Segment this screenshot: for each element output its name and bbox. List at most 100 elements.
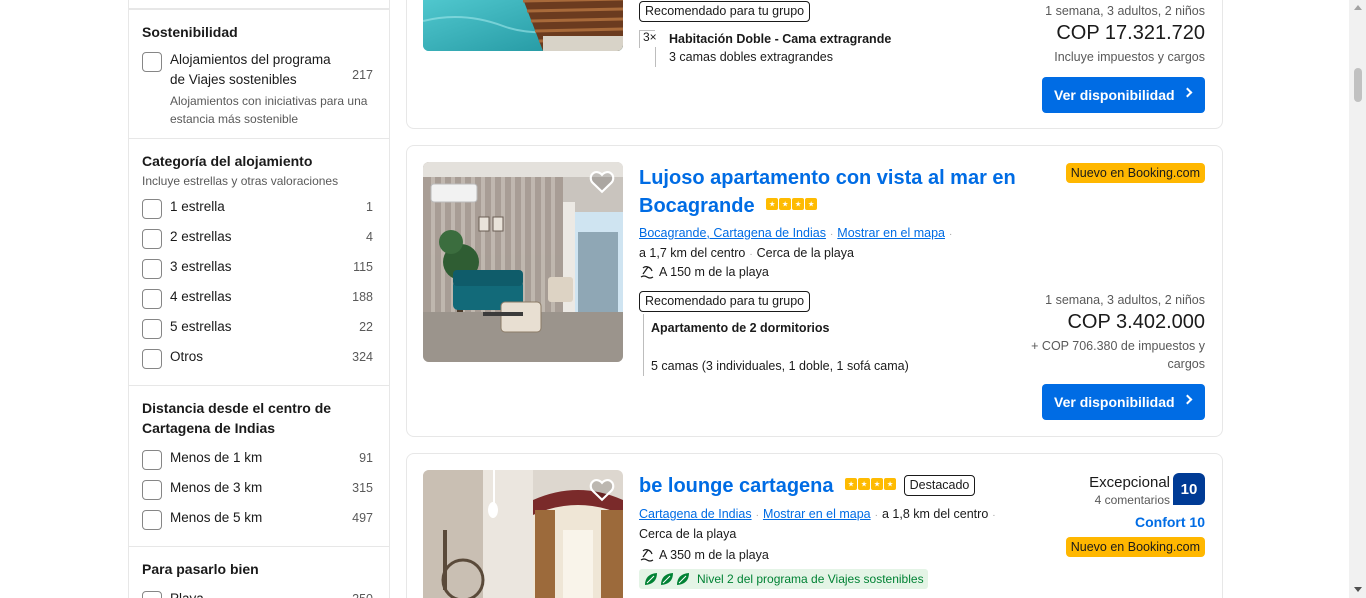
property-photo[interactable] xyxy=(423,162,623,362)
chevron-right-icon xyxy=(1182,394,1193,405)
checkbox[interactable] xyxy=(142,510,162,530)
location-line: Cartagena de Indias · Mostrar en el mapa · a… xyxy=(639,507,996,521)
room-beds: 5 camas (3 individuales, 1 doble, 1 sofá… xyxy=(651,359,909,373)
filter-option-count: 22 xyxy=(359,320,373,334)
distance-from-center: a 1,7 km del centro xyxy=(639,246,746,260)
review-score-word: Excepcional xyxy=(1089,474,1170,491)
recommended-tag: Recomendado para tu grupo xyxy=(639,291,811,312)
filter-option-4-stars[interactable]: 4 estrellas 188 xyxy=(142,285,373,315)
property-title-text[interactable]: be lounge cartagena xyxy=(639,475,834,497)
beach-distance: A 150 m de la playa xyxy=(659,265,769,279)
filter-option-beach[interactable]: Playa250 xyxy=(142,587,373,598)
button-label: Ver disponibilidad xyxy=(1054,87,1175,103)
scrollbar-thumb[interactable] xyxy=(1354,68,1362,102)
checkbox[interactable] xyxy=(142,480,162,500)
location-line: Bocagrande, Cartagena de Indias · Mostrar … xyxy=(639,226,953,240)
page-scrollbar[interactable] xyxy=(1349,0,1366,598)
beach-icon xyxy=(640,266,654,279)
checkbox[interactable] xyxy=(142,319,162,339)
chevron-right-icon xyxy=(1182,87,1193,98)
star-icon xyxy=(805,198,818,210)
checkbox[interactable] xyxy=(142,52,162,72)
beach-distance-line: A 350 m de la playa xyxy=(639,548,769,562)
filter-option-label: 2 estrellas xyxy=(170,229,232,244)
sustainability-leaf-icon xyxy=(645,573,689,585)
filter-option-count: 324 xyxy=(352,350,373,364)
filter-option-label: 3 estrellas xyxy=(170,259,232,274)
price: COP 17.321.720 xyxy=(1056,22,1205,44)
filter-option-label: Menos de 1 km xyxy=(170,450,263,465)
button-label: Ver disponibilidad xyxy=(1054,394,1175,410)
property-title-text[interactable]: Lujoso apartamento con vista al mar en B… xyxy=(639,167,1016,217)
filters-sidebar: Sostenibilidad Alojamientos del programa… xyxy=(128,0,390,598)
see-availability-button[interactable]: Ver disponibilidad xyxy=(1042,77,1205,113)
star-icon xyxy=(871,478,884,490)
filter-option-label: Menos de 3 km xyxy=(170,480,263,495)
filter-option-label: 5 estrellas xyxy=(170,319,232,334)
room-name: Apartamento de 2 dormitorios xyxy=(651,321,830,335)
filter-option-label: 1 estrella xyxy=(170,199,225,214)
star-icon xyxy=(779,198,792,210)
checkbox[interactable] xyxy=(142,289,162,309)
sustainability-label: Nivel 2 del programa de Viajes sostenibl… xyxy=(697,572,924,586)
filter-option-count: 115 xyxy=(353,260,373,274)
distance-from-center: a 1,8 km del centro xyxy=(881,507,989,521)
filter-option-less-3km[interactable]: Menos de 3 km 315 xyxy=(142,476,373,506)
scroll-up-arrow-icon[interactable] xyxy=(1354,5,1362,10)
checkbox[interactable] xyxy=(142,229,162,249)
filter-option-label: Alojamientos del programa de Viajes sost… xyxy=(170,52,331,87)
filter-option-count: 217 xyxy=(352,68,373,82)
see-availability-button[interactable]: Ver disponibilidad xyxy=(1042,384,1205,420)
review-count: 4 comentarios xyxy=(1094,493,1170,507)
checkbox[interactable] xyxy=(142,450,162,470)
scroll-down-arrow-icon[interactable] xyxy=(1354,587,1362,592)
filter-option-count: 188 xyxy=(352,290,373,304)
sustainability-badge[interactable]: Nivel 2 del programa de Viajes sostenibl… xyxy=(639,569,928,589)
filter-option-less-1km[interactable]: Menos de 1 km 91 xyxy=(142,446,373,476)
filter-option-count: 1 xyxy=(366,200,373,214)
new-on-booking-badge: Nuevo en Booking.com xyxy=(1065,537,1205,557)
new-on-booking-badge: Nuevo en Booking.com xyxy=(1065,163,1205,183)
price: COP 3.402.000 xyxy=(1067,311,1205,333)
checkbox[interactable] xyxy=(142,591,162,598)
property-photo[interactable] xyxy=(423,0,623,51)
filter-group-title: Categoría del alojamiento xyxy=(142,153,313,169)
heart-icon[interactable] xyxy=(589,170,615,194)
checkbox[interactable] xyxy=(142,199,162,219)
property-title[interactable]: Lujoso apartamento con vista al mar en B… xyxy=(639,164,1049,220)
filter-option-3-stars[interactable]: 3 estrellas 115 xyxy=(142,255,373,285)
filter-group-fun: Para pasarlo bien Playa250 xyxy=(129,546,389,598)
recommended-tag: Recomendado para tu grupo xyxy=(639,1,811,22)
filter-option-5-stars[interactable]: 5 estrellas 22 xyxy=(142,315,373,345)
property-card: be lounge cartagena Destacado Cartagena … xyxy=(406,453,1223,598)
property-title[interactable]: be lounge cartagena Destacado xyxy=(639,472,976,500)
stay-details: 1 semana, 3 adultos, 2 niños xyxy=(1045,4,1205,18)
filter-option-1-star[interactable]: 1 estrella 1 xyxy=(142,195,373,225)
checkbox[interactable] xyxy=(142,259,162,279)
filter-group-title: Sostenibilidad xyxy=(142,24,238,40)
checkbox[interactable] xyxy=(142,349,162,369)
filter-option-other[interactable]: Otros 324 xyxy=(142,345,373,375)
near-beach: Cerca de la playa xyxy=(756,246,854,260)
filter-option-2-stars[interactable]: 2 estrellas 4 xyxy=(142,225,373,255)
taxes-note: Incluye impuestos y cargos xyxy=(1054,50,1205,64)
review-score-badge[interactable]: 10 xyxy=(1173,473,1205,505)
review-summary[interactable]: Excepcional 4 comentarios xyxy=(1089,473,1170,507)
stay-details: 1 semana, 3 adultos, 2 niños xyxy=(1045,293,1205,307)
filter-option-count: 91 xyxy=(359,451,373,465)
property-photo[interactable] xyxy=(423,470,623,598)
filter-option-label: 4 estrellas xyxy=(170,289,232,304)
filter-group-distance: Distancia desde el centro de Cartagena d… xyxy=(129,385,389,546)
show-on-map-link[interactable]: Mostrar en el mapa xyxy=(837,226,945,240)
price-block: 1 semana, 3 adultos, 2 niños COP 3.402.0… xyxy=(1031,291,1205,373)
filter-option-count: 4 xyxy=(366,230,373,244)
filter-option-sustainable[interactable]: Alojamientos del programa de Viajes sost… xyxy=(142,48,373,90)
beach-distance-line: A 150 m de la playa xyxy=(639,265,769,279)
location-link[interactable]: Cartagena de Indias xyxy=(639,507,752,521)
filter-group-sustainability: Sostenibilidad Alojamientos del programa… xyxy=(129,9,389,138)
show-on-map-link[interactable]: Mostrar en el mapa xyxy=(763,507,871,521)
heart-icon[interactable] xyxy=(589,478,615,502)
price-block: 1 semana, 3 adultos, 2 niños COP 17.321.… xyxy=(1045,2,1205,66)
location-link[interactable]: Bocagrande, Cartagena de Indias xyxy=(639,226,826,240)
filter-option-less-5km[interactable]: Menos de 5 km 497 xyxy=(142,506,373,536)
